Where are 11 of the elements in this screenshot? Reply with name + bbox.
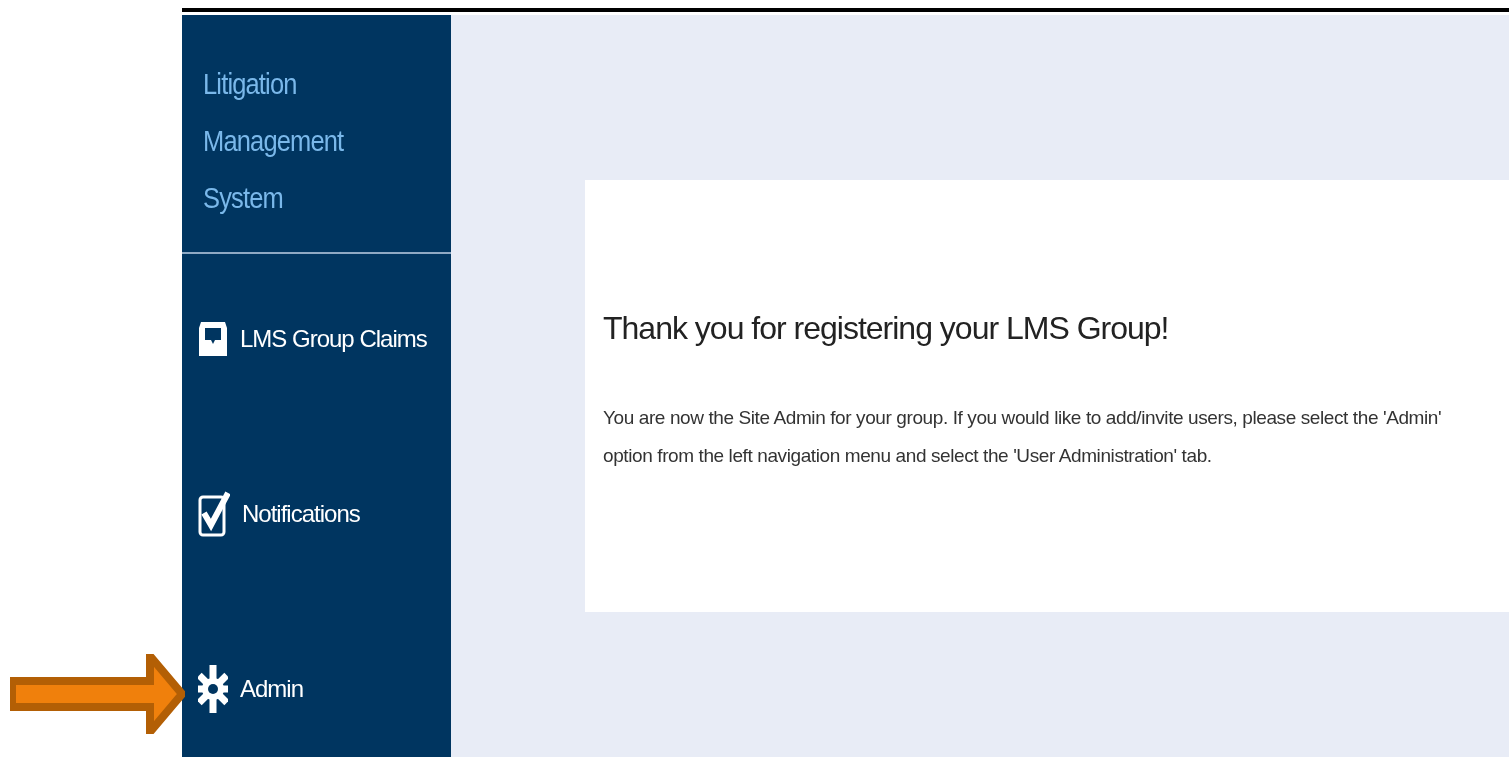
sidebar-item[interactable]: LMS Group Claims (198, 314, 451, 364)
app-title: Litigation (203, 66, 298, 102)
card-heading: Thank you for registering your LMS Group! (603, 310, 1170, 347)
app-title: Management (203, 123, 345, 159)
sidebar-item[interactable]: Notifications (198, 489, 451, 539)
sidebar-item[interactable]: Admin (198, 664, 451, 714)
checkbox-icon (198, 489, 230, 539)
card-message: You are now the Site Admin for your group. If you would like to add/invite users, please select the 'Admin' option from the left navigation menu and select the 'User Administration' tab. (603, 406, 1443, 468)
inbox-icon (198, 320, 228, 358)
app-title: System (203, 180, 284, 216)
settings-icon (198, 664, 228, 714)
